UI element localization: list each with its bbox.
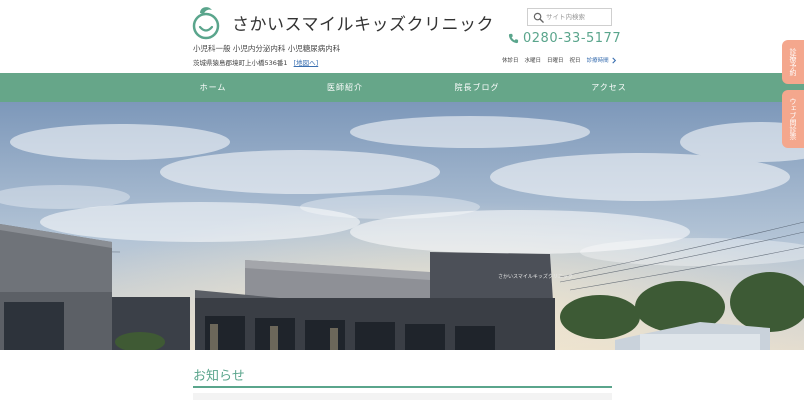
closed-days: 休診日 水曜日 日曜日 祝日 診療時間 xyxy=(502,56,617,64)
closed-day: 水曜日 xyxy=(524,58,542,64)
nav-item-blog[interactable]: 院長ブログ xyxy=(411,73,543,102)
phone-text[interactable]: 0280-33-5177 xyxy=(523,31,621,46)
logo-icon[interactable] xyxy=(192,4,220,40)
closed-day: 祝日 xyxy=(569,58,581,64)
clinic-building-photo: さかいスマイルキッズクリニック xyxy=(0,102,804,350)
search-box[interactable] xyxy=(527,8,612,26)
map-link[interactable]: [地図へ] xyxy=(294,59,319,67)
hours-link[interactable]: 診療時間 xyxy=(587,56,609,64)
building-sign: さかいスマイルキッズクリニック xyxy=(498,273,573,280)
nav-item-doctor[interactable]: 医師紹介 xyxy=(279,73,411,102)
nav-item-access[interactable]: アクセス xyxy=(543,73,675,102)
news-divider xyxy=(193,386,612,388)
hero-image: さかいスマイルキッズクリニック xyxy=(0,102,804,350)
clinic-name[interactable]: さかいスマイルキッズクリニック xyxy=(232,10,494,35)
phone-icon xyxy=(508,33,519,43)
closed-label: 休診日 xyxy=(502,58,519,64)
search-input[interactable] xyxy=(546,10,610,24)
news-list-top xyxy=(193,393,612,400)
clinic-address: 茨城県猿島郡境町上小橋536番1 [地図へ] xyxy=(193,57,318,67)
news-heading: お知らせ xyxy=(193,369,245,384)
web-interview-button[interactable]: ウェブ問診票 xyxy=(782,90,804,148)
nav-item-home[interactable]: ホーム xyxy=(147,73,279,102)
reserve-button[interactable]: 診療予約 xyxy=(782,40,804,84)
phone-number[interactable]: 0280-33-5177 xyxy=(508,30,621,46)
search-icon[interactable] xyxy=(533,12,544,23)
address-text: 茨城県猿島郡境町上小橋536番1 xyxy=(193,59,288,67)
clinic-subjects: 小児科一般 小児内分泌内科 小児糖尿病内科 xyxy=(193,44,341,53)
site-header: さかいスマイルキッズクリニック 小児科一般 小児内分泌内科 小児糖尿病内科 茨城… xyxy=(0,0,804,73)
chevron-right-icon[interactable] xyxy=(611,56,617,64)
global-nav: ホーム 医師紹介 院長ブログ アクセス xyxy=(0,73,804,102)
page: さかいスマイルキッズクリニック 小児科一般 小児内分泌内科 小児糖尿病内科 茨城… xyxy=(0,0,804,400)
closed-day: 日曜日 xyxy=(547,58,564,64)
